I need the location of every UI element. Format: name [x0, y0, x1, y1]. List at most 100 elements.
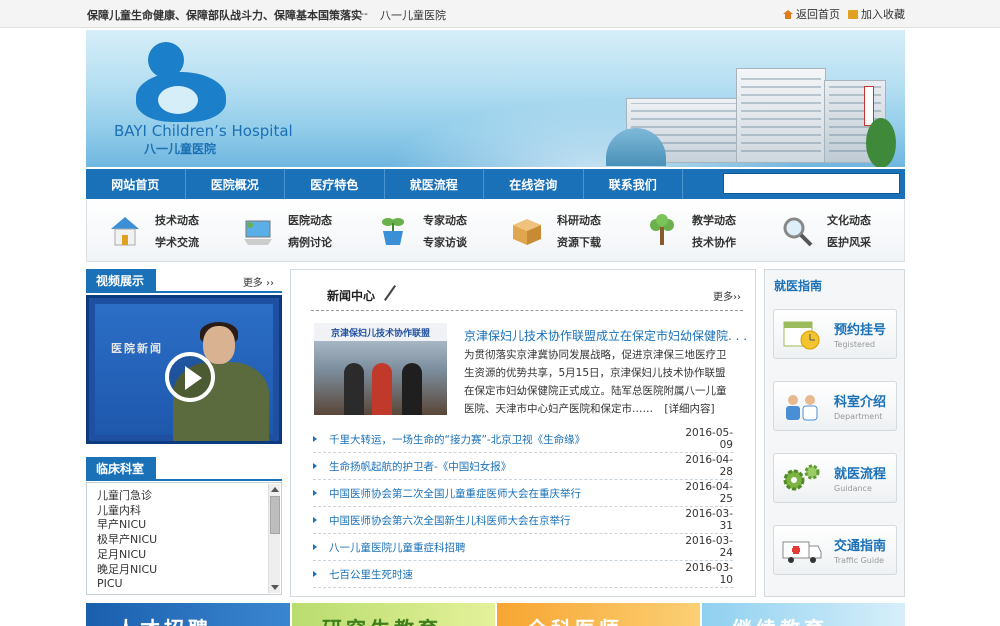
feature-news-image[interactable]: 京津保妇儿技术协作联盟 — [314, 323, 447, 415]
bullet-arrow-icon — [313, 544, 317, 550]
nav-process[interactable]: 就医流程 — [385, 169, 484, 199]
quick-link-teaching-line1[interactable]: 教学动态 — [692, 212, 736, 228]
nav-features[interactable]: 医疗特色 — [285, 169, 385, 199]
feature-news-body: 为贯彻落实京津冀协同发展战略，促进京津保三地医疗卫生资源的优势共享，5月15日，… — [464, 346, 734, 418]
department-item[interactable]: 晚足月NICU — [97, 563, 157, 578]
quick-link-hospital-line1[interactable]: 医院动态 — [288, 212, 332, 228]
news-item-title[interactable]: 中国医师协会第二次全国儿童重症医师大会在重庆举行 — [329, 486, 677, 501]
news-list-item[interactable]: 七百公里生死时速 2016-03-10 — [313, 561, 733, 588]
guide-card-subtitle: Department — [834, 412, 883, 421]
video-anchor-face — [203, 326, 235, 364]
video-player[interactable]: 医院新闻 — [86, 295, 282, 444]
news-list: 千里大转运，一场生命的“接力赛”-北京卫视《生命缘》 2016-05-09 生命… — [313, 426, 733, 588]
ambulance-icon — [780, 532, 824, 568]
plant-pot-icon — [375, 213, 411, 249]
bullet-arrow-icon — [313, 436, 317, 442]
news-item-title[interactable]: 中国医师协会第六次全国新生儿科医师大会在京举行 — [329, 513, 677, 528]
quick-link-culture-line2[interactable]: 医护风采 — [827, 234, 871, 250]
department-item[interactable]: 足月NICU — [97, 548, 157, 563]
news-list-item[interactable]: 中国医师协会第六次全国新生儿科医师大会在京举行 2016-03-31 — [313, 507, 733, 534]
nav-home[interactable]: 网站首页 — [86, 169, 186, 199]
nav-consult[interactable]: 在线咨询 — [484, 169, 584, 199]
bullet-arrow-icon — [313, 490, 317, 496]
banner-general-practice[interactable]: 全科医师 — [497, 603, 700, 626]
quick-link-research[interactable]: 科研动态 资源下载 — [509, 200, 601, 262]
quick-link-hospital[interactable]: 医院动态 病例讨论 — [240, 200, 332, 262]
department-item[interactable]: 儿童门急诊 — [97, 489, 157, 504]
home-link[interactable]: 返回首页 — [783, 6, 840, 22]
news-divider — [311, 310, 743, 312]
quick-link-research-line2[interactable]: 资源下载 — [557, 234, 601, 250]
quick-link-teaching[interactable]: 教学动态 技术协作 — [644, 200, 736, 262]
department-item[interactable]: 儿童内科 — [97, 504, 157, 519]
news-list-item[interactable]: 八一儿童医院儿童重症科招聘 2016-03-24 — [313, 534, 733, 561]
video-more-link[interactable]: 更多 ›› — [243, 274, 274, 289]
department-item[interactable]: PICU — [97, 577, 157, 592]
departments-scrollbar[interactable] — [268, 484, 280, 593]
guide-card-registration[interactable]: 预约挂号 Tegistered — [773, 309, 897, 359]
banner-general-practice-text: 全科医师 — [527, 613, 623, 626]
feature-news-title[interactable]: 京津保妇儿技术协作联盟成立在保定市妇幼保健院. . . — [464, 327, 747, 344]
home-link-label: 返回首页 — [796, 8, 840, 21]
tree-decoration — [866, 118, 896, 167]
bullet-arrow-icon — [313, 571, 317, 577]
brand-name-en: BAYI Children’s Hospital — [114, 122, 293, 140]
news-more-link[interactable]: 更多›› — [713, 288, 741, 303]
title-slash-decoration — [384, 285, 396, 301]
nav-overview[interactable]: 医院概况 — [186, 169, 285, 199]
quick-link-hospital-line2[interactable]: 病例讨论 — [288, 234, 332, 250]
scroll-down-arrow-icon[interactable] — [271, 585, 279, 590]
banner-recruitment[interactable]: 人才招聘 — [86, 603, 290, 626]
news-item-title[interactable]: 八一儿童医院儿童重症科招聘 — [329, 540, 677, 555]
news-item-date: 2016-04-28 — [685, 454, 733, 478]
guide-card-subtitle: Traffic Guide — [834, 556, 885, 565]
news-center: 新闻中心 更多›› 京津保妇儿技术协作联盟 京津保妇儿技术协作联盟成立在保定市妇… — [290, 269, 756, 597]
guide-card-department[interactable]: 科室介绍 Department — [773, 381, 897, 431]
quick-link-culture[interactable]: 文化动态 医护风采 — [779, 200, 871, 262]
news-list-item[interactable]: 生命扬帆起航的护卫者-《中国妇女报》 2016-04-28 — [313, 453, 733, 480]
quick-link-expert-line1[interactable]: 专家动态 — [423, 212, 467, 228]
news-item-title[interactable]: 七百公里生死时速 — [329, 567, 677, 582]
news-list-item[interactable]: 千里大转运，一场生命的“接力赛”-北京卫视《生命缘》 2016-05-09 — [313, 426, 733, 453]
play-icon[interactable] — [165, 352, 215, 402]
favorite-link[interactable]: 加入收藏 — [848, 6, 905, 22]
nav-contact[interactable]: 联系我们 — [584, 169, 683, 199]
building-sign — [864, 86, 874, 126]
slogan: 保障儿童生命健康、保障部队战斗力、保障基本国策落实 — [87, 9, 362, 22]
guide-card-subtitle: Tegistered — [834, 340, 876, 349]
department-item[interactable]: 极早产NICU — [97, 533, 157, 548]
quick-link-culture-line1[interactable]: 文化动态 — [827, 212, 871, 228]
video-overlay-text: 医院新闻 — [111, 342, 163, 355]
scroll-up-arrow-icon[interactable] — [271, 487, 279, 492]
news-item-title[interactable]: 千里大转运，一场生命的“接力赛”-北京卫视《生命缘》 — [329, 432, 677, 447]
quick-link-tech[interactable]: 技术动态 学术交流 — [107, 200, 199, 262]
department-item[interactable]: 早产NICU — [97, 518, 157, 533]
news-list-item[interactable]: 中国医师协会第二次全国儿童重症医师大会在重庆举行 2016-04-25 — [313, 480, 733, 507]
guide-card-title: 就医流程 — [834, 467, 887, 482]
feature-detail-link[interactable]: [详细内容] — [664, 403, 714, 415]
scrollbar-thumb[interactable] — [270, 496, 280, 534]
departments-list: 儿童门急诊 儿童内科 早产NICU 极早产NICU 足月NICU 晚足月NICU… — [97, 489, 157, 592]
guide-card-process[interactable]: 就医流程 Guidance — [773, 453, 897, 503]
banner-graduate[interactable]: 研究生教育 — [292, 603, 495, 626]
departments-list-box[interactable]: 儿童门急诊 儿童内科 早产NICU 极早产NICU 足月NICU 晚足月NICU… — [86, 482, 282, 595]
slogan-separator: -- — [360, 7, 368, 20]
folder-icon — [848, 9, 858, 19]
news-item-title[interactable]: 生命扬帆起航的护卫者-《中国妇女报》 — [329, 459, 677, 474]
feature-image-caption: 京津保妇儿技术协作联盟 — [314, 323, 447, 341]
news-item-date: 2016-04-25 — [685, 481, 733, 505]
brand-name-cn: 八一儿童医院 — [144, 142, 217, 156]
bullet-arrow-icon — [313, 517, 317, 523]
quick-link-tech-line1[interactable]: 技术动态 — [155, 212, 199, 228]
banner-continuing-education[interactable]: 继续教育 — [702, 603, 905, 626]
quick-link-research-line1[interactable]: 科研动态 — [557, 212, 601, 228]
guide-card-title: 预约挂号 — [834, 323, 887, 338]
quick-link-expert[interactable]: 专家动态 专家访谈 — [375, 200, 467, 262]
hospital-building-image — [606, 58, 896, 167]
quick-link-expert-line2[interactable]: 专家访谈 — [423, 234, 467, 250]
news-title: 新闻中心 — [327, 289, 376, 303]
quick-link-teaching-line2[interactable]: 技术协作 — [692, 234, 736, 250]
search-input[interactable] — [723, 173, 900, 194]
quick-link-tech-line2[interactable]: 学术交流 — [155, 234, 199, 250]
guide-card-traffic[interactable]: 交通指南 Traffic Guide — [773, 525, 897, 575]
